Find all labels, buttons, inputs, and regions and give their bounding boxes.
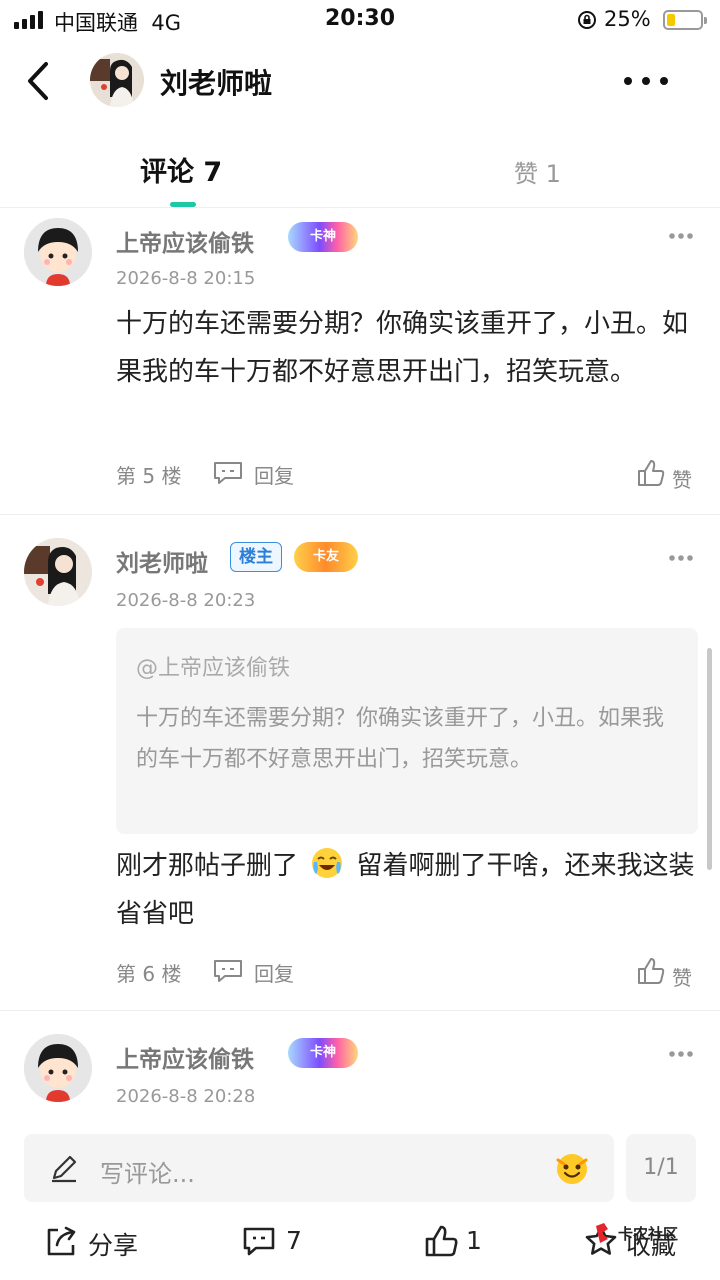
status-bar: 中国联通 4G 20:30 25% (0, 0, 720, 40)
tab-likes[interactable]: 赞 1 (514, 154, 561, 189)
page-title: 刘老师啦 (160, 67, 273, 100)
divider (0, 1010, 720, 1011)
reply-icon[interactable] (212, 958, 244, 984)
user-level-badge: 卡神 (288, 222, 358, 252)
svg-text:卡农社区: 卡农社区 (618, 1225, 678, 1243)
quoted-username: @上帝应该偷铁 (136, 656, 291, 681)
comment-username[interactable]: 刘老师啦 (116, 544, 208, 578)
battery-fill (667, 14, 675, 26)
comment-username[interactable]: 上帝应该偷铁 (116, 1040, 254, 1074)
comment-item: 刘老师啦 楼主 卡友 2026-8-8 20:23 @上帝应该偷铁 十万的车还需… (0, 520, 720, 1010)
more-icon[interactable] (668, 554, 694, 562)
author-avatar[interactable] (90, 53, 144, 107)
share-button[interactable]: 分享 (44, 1224, 164, 1260)
floor-number: 第 5 楼 (116, 464, 182, 488)
watermark-logo: 卡农社区 (596, 1223, 678, 1243)
comment-count: 7 (286, 1226, 302, 1255)
share-label: 分享 (88, 1231, 139, 1260)
avatar[interactable] (24, 1034, 92, 1102)
comment-item: 上帝应该偷铁 卡神 2026-8-8 20:28 (0, 1016, 720, 1126)
rotation-lock-icon (578, 11, 596, 29)
quoted-comment[interactable]: @上帝应该偷铁 十万的车还需要分期？你确实该重开了，小丑。如果我的车十万都不好意… (116, 628, 698, 834)
pen-icon (52, 1155, 77, 1183)
scrollbar[interactable] (707, 648, 712, 870)
comment-time: 2026-8-8 20:28 (116, 1086, 256, 1107)
comment-item: 上帝应该偷铁 卡神 2026-8-8 20:15 十万的车还需要分期？你确实该重… (0, 210, 720, 514)
comment-input[interactable]: 写评论... (24, 1134, 614, 1202)
like-button[interactable]: 赞 (672, 962, 692, 991)
tab-bar: 评论 7 赞 1 (0, 124, 720, 208)
like-post-button[interactable]: 1 (424, 1224, 504, 1260)
like-icon[interactable] (636, 956, 666, 986)
reply-button[interactable]: 回复 (254, 958, 294, 987)
comment-text: 刚才那帖子删了 留着啊删了干啥，还来我这装省省吧 (116, 842, 700, 938)
laugh-cry-emoji-icon (312, 848, 343, 878)
comment-text: 十万的车还需要分期？你确实该重开了，小丑。如果我的车十万都不好意思开出门，招笑玩… (116, 309, 689, 387)
comment-time: 2026-8-8 20:15 (116, 268, 256, 289)
reply-button[interactable]: 回复 (254, 460, 294, 489)
reply-icon[interactable] (212, 460, 244, 486)
quoted-text: 十万的车还需要分期？你确实该重开了，小丑。如果我的车十万都不好意思开出门，招笑玩… (136, 706, 665, 772)
more-icon[interactable] (622, 74, 670, 88)
avatar[interactable] (24, 538, 92, 606)
like-count: 1 (466, 1226, 482, 1255)
comment-icon (243, 1227, 275, 1256)
user-level-badge: 卡友 (294, 542, 358, 572)
tab-comments[interactable]: 评论 7 (140, 150, 222, 189)
page-indicator[interactable]: 1/1 (626, 1134, 696, 1202)
emoji-icon[interactable] (554, 1150, 590, 1186)
back-icon[interactable] (18, 58, 58, 104)
more-icon[interactable] (668, 1050, 694, 1058)
comment-time: 2026-8-8 20:23 (116, 590, 256, 611)
user-level-badge: 卡神 (288, 1038, 358, 1068)
bottom-bar: 分享 7 1 收藏 (0, 1210, 720, 1280)
floor-number: 第 6 楼 (116, 962, 182, 986)
avatar[interactable] (24, 218, 92, 286)
comments-button[interactable]: 7 (242, 1224, 322, 1260)
like-icon (425, 1225, 458, 1257)
more-icon[interactable] (668, 232, 694, 240)
battery-percent: 25% (604, 7, 651, 31)
owner-badge: 楼主 (230, 542, 282, 572)
tab-indicator (170, 202, 196, 207)
like-button[interactable]: 赞 (672, 464, 692, 493)
comment-username[interactable]: 上帝应该偷铁 (116, 224, 254, 258)
like-icon[interactable] (636, 458, 666, 488)
battery-icon (663, 10, 707, 30)
input-placeholder: 写评论... (100, 1160, 195, 1188)
share-icon (47, 1226, 76, 1256)
header: 刘老师啦 (0, 40, 720, 124)
divider (0, 514, 720, 515)
